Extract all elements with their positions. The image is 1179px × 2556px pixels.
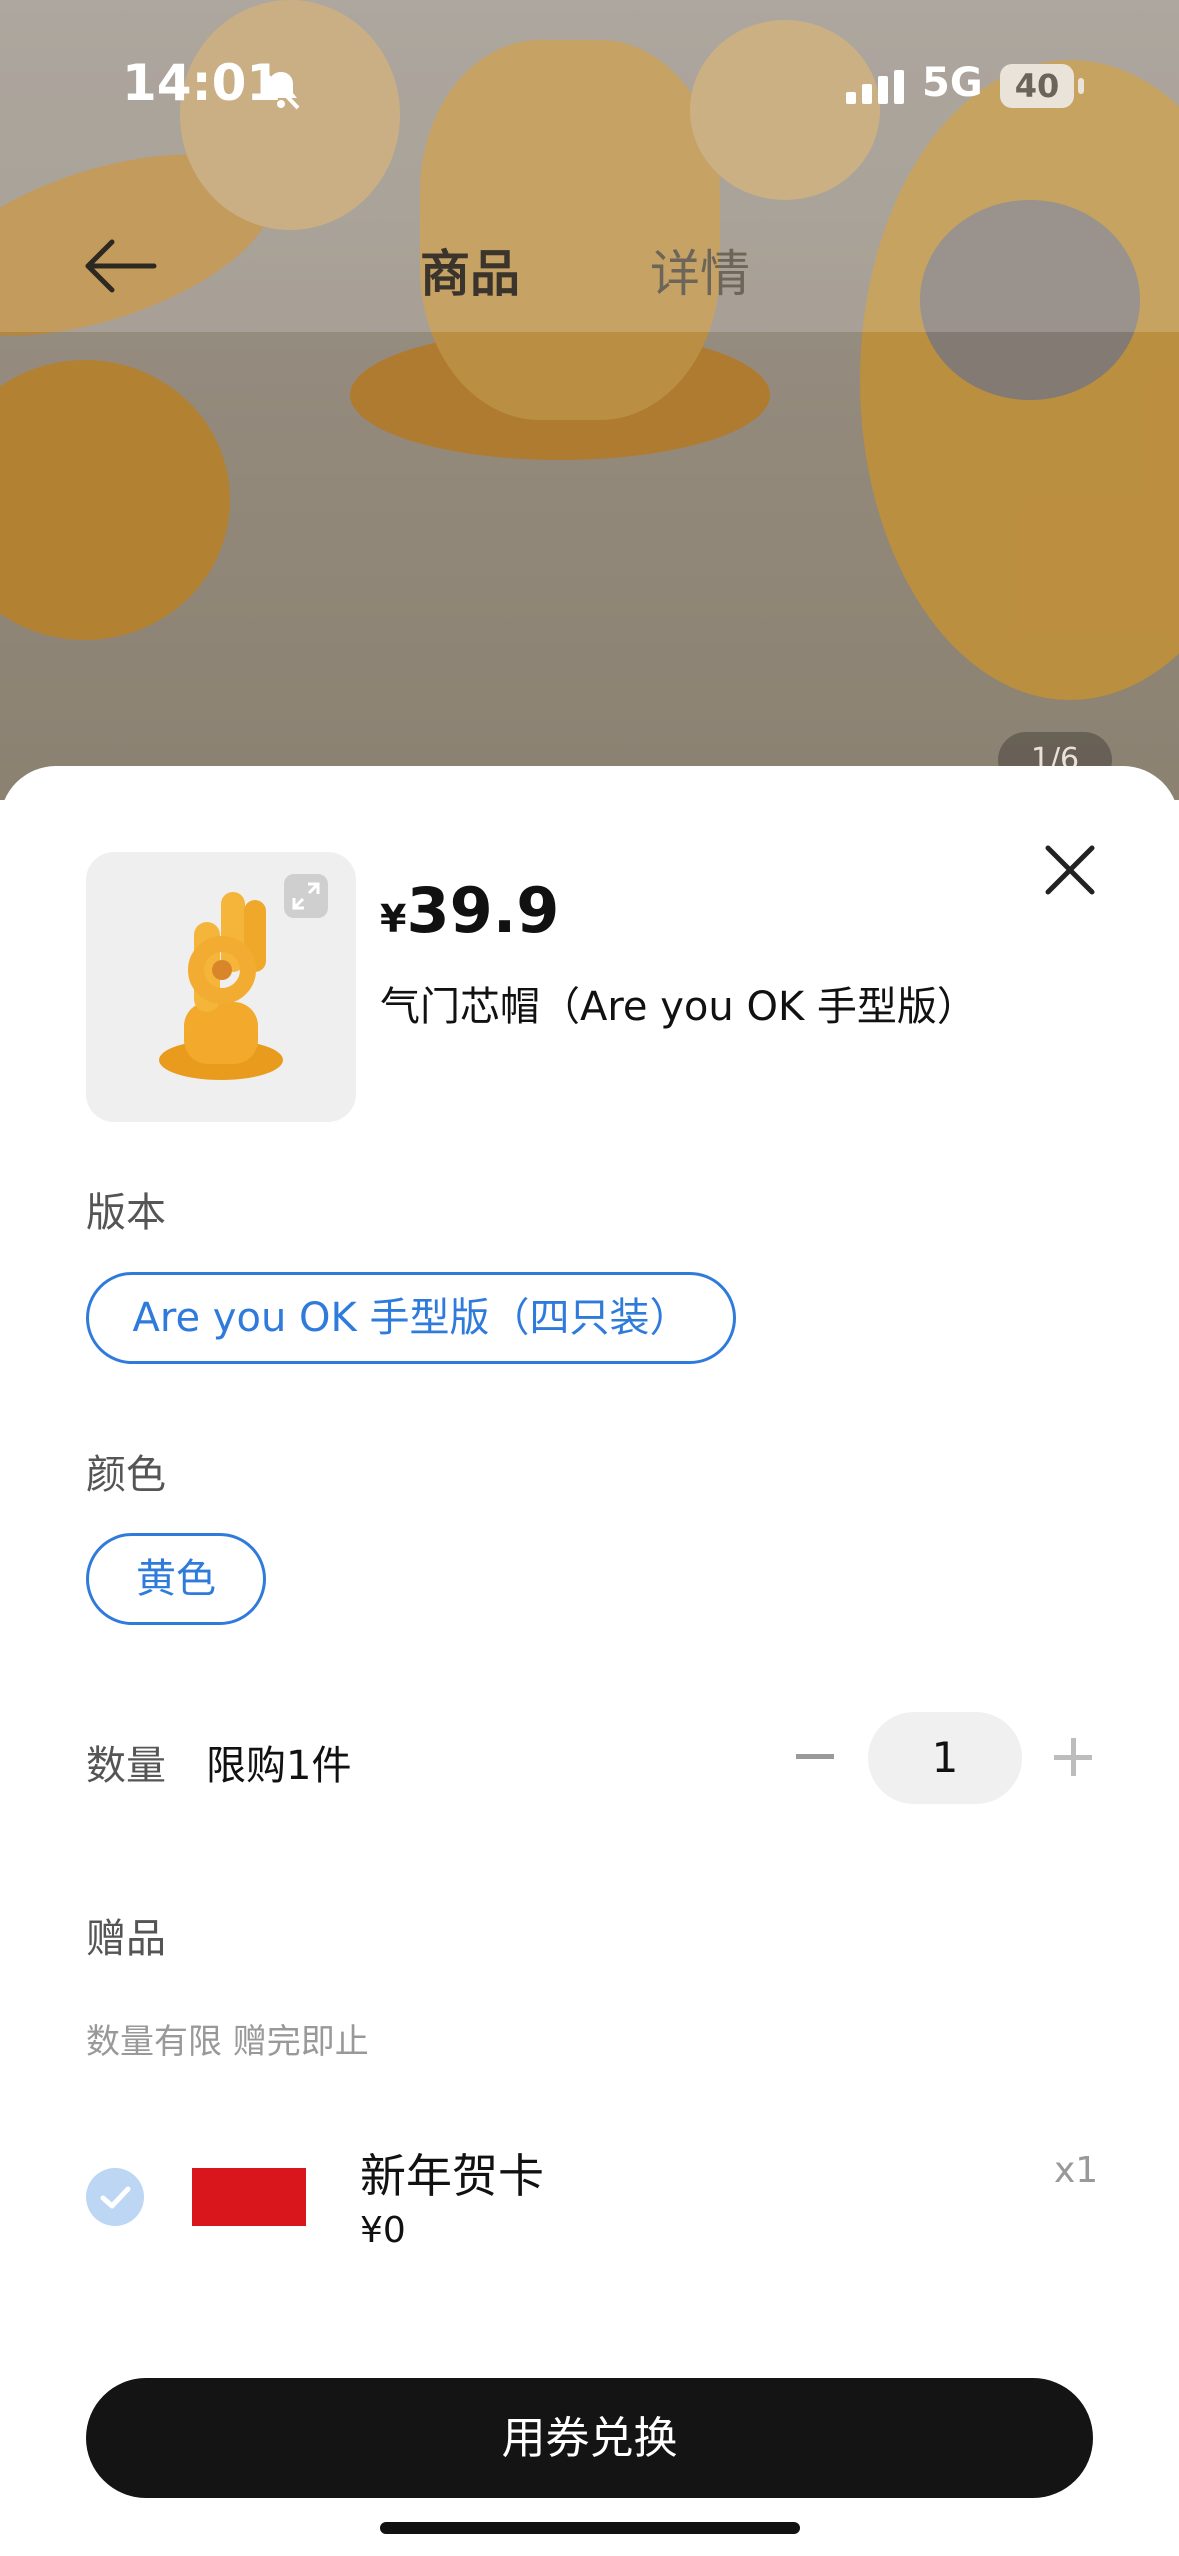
redeem-coupon-button[interactable]: 用券兑换 bbox=[86, 2378, 1093, 2498]
status-bar: 14:01 5G 40 bbox=[0, 0, 1179, 170]
price-value: 39.9 bbox=[406, 874, 560, 947]
quantity-stepper-value[interactable]: 1 bbox=[868, 1712, 1022, 1804]
greeting-card-image bbox=[192, 2168, 306, 2226]
gift-count: x1 bbox=[1054, 2150, 1099, 2191]
color-label: 颜色 bbox=[86, 1452, 166, 1498]
signal-icon bbox=[846, 70, 904, 104]
network-type: 5G bbox=[922, 60, 983, 106]
product-name: 气门芯帽（Are you OK 手型版） bbox=[380, 984, 977, 1030]
close-icon[interactable] bbox=[1040, 840, 1100, 900]
home-indicator bbox=[380, 2522, 800, 2534]
gift-note: 数量有限 赠完即止 bbox=[86, 2022, 369, 2062]
gift-price: ¥0 bbox=[360, 2210, 406, 2251]
battery-tip bbox=[1078, 78, 1084, 94]
gift-name: 新年贺卡 bbox=[360, 2149, 544, 2203]
bell-slash-icon bbox=[262, 70, 300, 110]
quantity-limit: 限购1件 bbox=[206, 1743, 352, 1789]
check-icon bbox=[100, 2186, 131, 2209]
version-option-chip[interactable]: Are you OK 手型版（四只装） bbox=[86, 1272, 736, 1364]
tab-detail[interactable]: 详情 bbox=[650, 234, 750, 306]
quantity-label: 数量 bbox=[86, 1743, 166, 1789]
tab-goods[interactable]: 商品 bbox=[420, 234, 520, 306]
currency-symbol: ¥ bbox=[380, 897, 407, 941]
back-arrow-icon[interactable] bbox=[82, 236, 162, 296]
color-option-chip[interactable]: 黄色 bbox=[86, 1533, 266, 1625]
expand-icon[interactable] bbox=[284, 874, 328, 918]
gift-checkbox[interactable] bbox=[86, 2168, 144, 2226]
minus-icon[interactable] bbox=[796, 1754, 834, 1759]
product-price: ¥39.9 bbox=[380, 874, 559, 947]
battery-indicator: 40 bbox=[1000, 64, 1074, 108]
gift-label: 赠品 bbox=[86, 1916, 166, 1962]
version-label: 版本 bbox=[86, 1190, 166, 1236]
